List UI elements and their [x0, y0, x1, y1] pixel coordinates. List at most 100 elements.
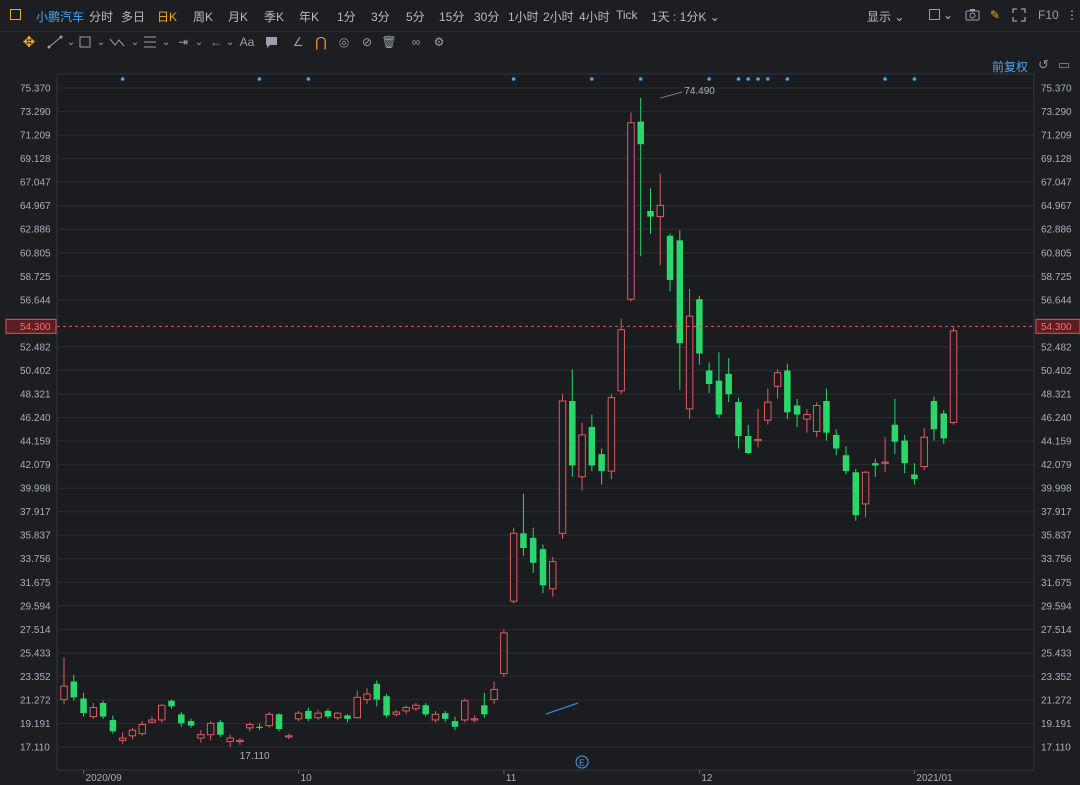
event-marker[interactable]: [736, 77, 741, 81]
y-tick-label: 29.594: [20, 601, 51, 612]
candle[interactable]: [275, 713, 283, 732]
expand-icon[interactable]: ▭: [1058, 57, 1070, 73]
candle[interactable]: [607, 394, 616, 480]
chevron-down-icon[interactable]: ⌄: [92, 33, 110, 51]
candle[interactable]: [158, 704, 166, 723]
period-tab[interactable]: 1小时: [508, 8, 539, 25]
event-marker[interactable]: [120, 77, 125, 81]
candle-body: [578, 434, 586, 478]
symbol-icon[interactable]: [10, 9, 21, 20]
y-tick-label: 21.272: [1041, 695, 1072, 706]
period-tab[interactable]: Tick: [616, 8, 638, 22]
event-marker[interactable]: [746, 77, 751, 81]
period-tab[interactable]: 季K: [264, 8, 284, 25]
period-tab[interactable]: 2小时: [543, 8, 574, 25]
y-tick-label: 23.352: [1041, 672, 1072, 683]
candle-body: [344, 715, 351, 719]
fullscreen-icon[interactable]: [1012, 8, 1026, 25]
pencil-icon[interactable]: ✎: [990, 8, 1000, 22]
y-tick-label: 19.191: [1041, 719, 1072, 730]
chevron-down-icon[interactable]: ⌄: [126, 33, 144, 51]
y-tick-label: 29.594: [1041, 601, 1072, 612]
undo-icon[interactable]: ↺: [1038, 57, 1049, 73]
candle-body: [520, 533, 527, 549]
candle[interactable]: [617, 318, 625, 395]
event-marker[interactable]: [883, 77, 887, 81]
candlestick-chart[interactable]: 75.370 73.290 71.209 69.128 67.047 64.967 62.8…: [0, 0, 1080, 785]
candle-body: [627, 122, 635, 300]
f10-button[interactable]: F10: [1038, 8, 1059, 22]
period-tab[interactable]: 月K: [228, 8, 248, 25]
more-icon[interactable]: ⋮: [1066, 8, 1078, 22]
y-tick-label: 39.998: [20, 484, 51, 495]
settings-icon[interactable]: ⚙: [430, 33, 448, 51]
period-tab[interactable]: 日K: [157, 8, 177, 25]
event-marker[interactable]: [638, 77, 643, 81]
period-tab[interactable]: 15分: [439, 8, 464, 25]
candle[interactable]: [383, 693, 390, 718]
event-marker[interactable]: [707, 77, 711, 81]
event-marker[interactable]: [912, 77, 917, 81]
move-icon[interactable]: ✥: [20, 33, 38, 51]
angle-icon[interactable]: ∠: [289, 33, 307, 51]
link-icon[interactable]: ∞: [407, 33, 425, 51]
period-tab[interactable]: 分时: [89, 8, 113, 25]
symbol-name[interactable]: 小鹏汽车: [36, 8, 84, 25]
candle-body: [598, 454, 605, 472]
candle-body: [549, 561, 557, 590]
chevron-down-icon[interactable]: ⌄: [221, 33, 239, 51]
restore-rights-toggle[interactable]: 前复权: [992, 58, 1028, 75]
magnet-icon[interactable]: ⋂: [312, 33, 330, 51]
hide-icon[interactable]: ⊘: [358, 33, 376, 51]
y-tick-label: 42.079: [1041, 460, 1072, 471]
multi-period-selector[interactable]: 1天 : 1分K ⌄: [651, 8, 720, 25]
candle-body: [949, 330, 958, 423]
y-tick-label: 60.805: [1041, 248, 1072, 259]
event-marker[interactable]: [756, 77, 760, 81]
candle[interactable]: [99, 700, 107, 719]
chevron-down-icon[interactable]: ⌄: [190, 33, 208, 51]
candle-body: [245, 723, 254, 729]
checkbox-icon[interactable]: [929, 9, 940, 20]
camera-icon[interactable]: [965, 8, 980, 24]
period-tab[interactable]: 3分: [371, 8, 390, 25]
note-icon[interactable]: [262, 33, 280, 51]
candle[interactable]: [812, 402, 821, 438]
eye-icon[interactable]: ◎: [335, 33, 353, 51]
event-marker[interactable]: [511, 77, 516, 81]
chevron-down-icon[interactable]: ⌄: [157, 33, 175, 51]
candle[interactable]: [461, 698, 469, 723]
candle-body: [852, 472, 860, 516]
chevron-down-icon[interactable]: ⌄: [62, 33, 80, 51]
candle[interactable]: [558, 394, 567, 539]
candle[interactable]: [627, 112, 635, 302]
display-menu[interactable]: 显示 ⌄: [867, 8, 904, 25]
candle[interactable]: [265, 712, 274, 728]
event-marker[interactable]: [766, 77, 770, 81]
period-tab[interactable]: 多日: [121, 8, 145, 25]
period-tab[interactable]: 30分: [474, 8, 499, 25]
period-tab[interactable]: 周K: [193, 8, 213, 25]
event-marker[interactable]: [590, 77, 594, 81]
trash-icon[interactable]: 🗑: [380, 33, 398, 51]
chevron-down-icon[interactable]: ⌄: [943, 8, 953, 22]
text-icon[interactable]: Aa: [238, 33, 256, 51]
candle[interactable]: [509, 527, 518, 604]
period-tab[interactable]: 5分: [406, 8, 425, 25]
candle[interactable]: [784, 363, 791, 420]
period-tab[interactable]: 4小时: [579, 8, 610, 25]
period-tab[interactable]: 年K: [299, 8, 319, 25]
event-marker[interactable]: [306, 77, 311, 81]
y-tick-label: 46.240: [1041, 413, 1072, 424]
candle[interactable]: [949, 326, 958, 425]
candle[interactable]: [852, 468, 860, 521]
y-tick-label: 39.998: [1041, 484, 1072, 495]
candle[interactable]: [217, 719, 224, 737]
polyline-icon[interactable]: [108, 33, 126, 51]
y-tick-label: 35.837: [20, 531, 51, 542]
candle[interactable]: [500, 629, 508, 677]
event-marker[interactable]: [257, 77, 262, 81]
period-tab[interactable]: 1分: [337, 8, 356, 25]
current-price-label: 54.300: [20, 322, 51, 333]
event-marker[interactable]: [785, 77, 790, 81]
